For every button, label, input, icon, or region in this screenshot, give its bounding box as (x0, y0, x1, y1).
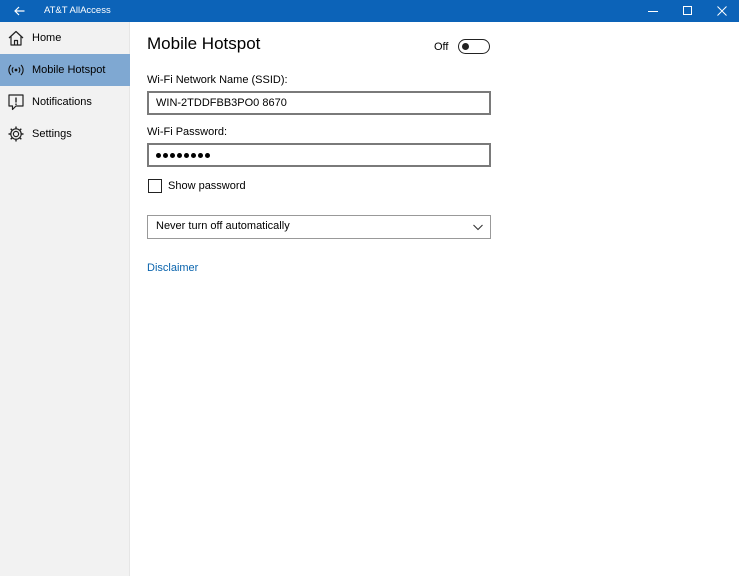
password-dot (191, 152, 196, 158)
maximize-icon (683, 6, 692, 15)
password-dot (163, 152, 168, 158)
page-title: Mobile Hotspot (147, 34, 261, 53)
close-icon (717, 6, 727, 16)
chevron-down-icon (473, 224, 483, 231)
show-password-checkbox[interactable] (148, 179, 162, 193)
back-arrow-icon (13, 6, 24, 16)
sidebar-item-settings[interactable]: Settings (0, 118, 130, 150)
window-title: AT&T AllAccess (44, 5, 111, 16)
sidebar-item-mobile-hotspot[interactable]: Mobile Hotspot (0, 54, 130, 86)
close-button[interactable] (705, 0, 739, 22)
gear-icon (8, 126, 24, 142)
toggle-knob (462, 42, 469, 50)
ssid-label: Wi-Fi Network Name (SSID): (147, 74, 288, 86)
maximize-button[interactable] (671, 0, 705, 22)
password-dot (184, 152, 189, 158)
hotspot-icon (8, 64, 24, 76)
sidebar: Home Mobile Hotspot Notifications Settin… (0, 22, 130, 576)
hotspot-toggle-state: Off (434, 41, 449, 53)
ssid-input[interactable] (147, 91, 491, 115)
disclaimer-link[interactable]: Disclaimer (147, 261, 198, 275)
back-button[interactable] (6, 0, 32, 22)
password-dot (156, 152, 161, 158)
notification-icon (8, 94, 24, 111)
password-mask (156, 149, 210, 161)
password-dot (177, 152, 182, 158)
auto-off-selected: Never turn off automatically (156, 220, 290, 232)
sidebar-item-label: Notifications (32, 96, 92, 108)
password-dot (198, 152, 203, 158)
home-icon (8, 30, 24, 46)
minimize-icon (648, 11, 658, 12)
minimize-button[interactable] (636, 0, 670, 22)
password-label: Wi-Fi Password: (147, 126, 228, 138)
title-bar: AT&T AllAccess (0, 0, 739, 22)
sidebar-item-notifications[interactable]: Notifications (0, 86, 130, 118)
sidebar-item-label: Settings (32, 128, 72, 140)
sidebar-item-home[interactable]: Home (0, 22, 130, 54)
password-dot (205, 152, 210, 158)
sidebar-item-label: Home (32, 32, 62, 44)
sidebar-item-label: Mobile Hotspot (32, 64, 106, 76)
hotspot-toggle[interactable] (458, 39, 490, 54)
show-password-label: Show password (168, 180, 246, 192)
password-dot (170, 152, 175, 158)
auto-off-dropdown[interactable]: Never turn off automatically (147, 215, 491, 239)
